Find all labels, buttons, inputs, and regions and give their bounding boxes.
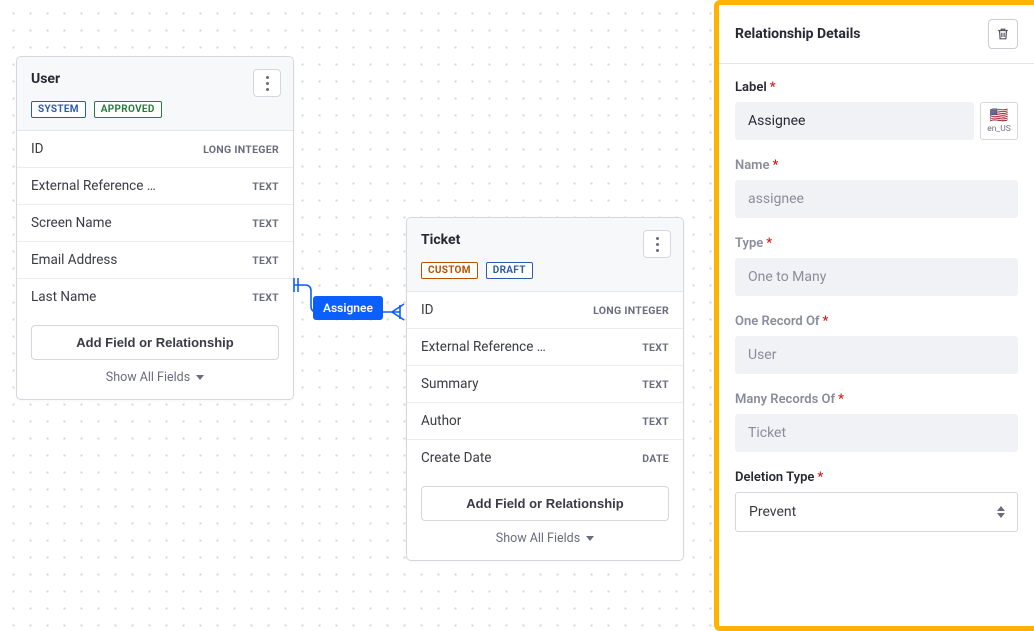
card-title: Ticket: [421, 232, 669, 248]
field-group-one-record: One Record Of* User: [735, 314, 1018, 374]
badge-draft: DRAFT: [486, 262, 533, 279]
required-icon: *: [823, 314, 829, 329]
show-all-fields[interactable]: Show All Fields: [31, 370, 279, 385]
select-value: Prevent: [749, 504, 796, 520]
delete-button[interactable]: [988, 19, 1018, 49]
field-label: Many Records Of*: [735, 392, 1018, 407]
field-row[interactable]: Create Date DATE: [407, 440, 683, 476]
card-header: User SYSTEM APPROVED: [17, 57, 293, 131]
field-label: One Record Of*: [735, 314, 1018, 329]
field-row[interactable]: ID LONG INTEGER: [17, 131, 293, 168]
add-field-button[interactable]: Add Field or Relationship: [31, 325, 279, 360]
show-all-label: Show All Fields: [496, 531, 580, 546]
entity-card-user[interactable]: User SYSTEM APPROVED ID LONG INTEGER Ext…: [16, 56, 294, 400]
one-record-input[interactable]: User: [735, 336, 1018, 374]
field-type: TEXT: [642, 415, 669, 428]
add-field-button[interactable]: Add Field or Relationship: [421, 486, 669, 521]
locale-code: en_US: [987, 124, 1011, 134]
field-group-label: Label* Assignee 🇺🇸 en_US: [735, 80, 1018, 140]
trash-icon: [996, 27, 1010, 41]
show-all-fields[interactable]: Show All Fields: [421, 531, 669, 546]
show-all-label: Show All Fields: [106, 370, 190, 385]
field-type: LONG INTEGER: [203, 143, 279, 156]
relationship-details-panel: Relationship Details Label* Assignee 🇺🇸 …: [714, 0, 1034, 631]
card-footer: Add Field or Relationship Show All Field…: [17, 315, 293, 399]
many-records-input[interactable]: Ticket: [735, 414, 1018, 452]
field-name: Email Address: [31, 252, 117, 268]
panel-body: Label* Assignee 🇺🇸 en_US Name* assignee …: [719, 64, 1034, 532]
panel-header: Relationship Details: [719, 5, 1034, 64]
field-type: TEXT: [642, 378, 669, 391]
label-input[interactable]: Assignee: [735, 102, 974, 140]
field-type: TEXT: [252, 254, 279, 267]
field-group-deletion-type: Deletion Type* Prevent: [735, 470, 1018, 532]
card-fields: ID LONG INTEGER External Reference … TEX…: [17, 131, 293, 315]
field-row[interactable]: Summary TEXT: [407, 366, 683, 403]
card-title: User: [31, 71, 279, 87]
field-name: ID: [31, 141, 44, 157]
badge-system: SYSTEM: [31, 101, 86, 118]
field-type: TEXT: [642, 341, 669, 354]
required-icon: *: [770, 80, 776, 95]
field-type: DATE: [642, 452, 669, 465]
field-name: External Reference …: [31, 178, 156, 194]
field-type: LONG INTEGER: [593, 304, 669, 317]
chevron-down-icon: [586, 536, 594, 541]
field-label: Deletion Type*: [735, 470, 1018, 485]
kebab-menu-button[interactable]: [643, 230, 671, 258]
field-label: Type*: [735, 236, 1018, 251]
name-input[interactable]: assignee: [735, 180, 1018, 218]
card-header: Ticket CUSTOM DRAFT: [407, 218, 683, 292]
chevron-down-icon: [196, 375, 204, 380]
field-type: TEXT: [252, 180, 279, 193]
badge-custom: CUSTOM: [421, 262, 478, 279]
entity-card-ticket[interactable]: Ticket CUSTOM DRAFT ID LONG INTEGER Exte…: [406, 217, 684, 561]
field-label: Label*: [735, 80, 1018, 95]
required-icon: *: [817, 470, 823, 485]
badge-row: SYSTEM APPROVED: [31, 97, 279, 118]
field-name: Author: [421, 413, 461, 429]
required-icon: *: [772, 158, 778, 173]
field-group-type: Type* One to Many: [735, 236, 1018, 296]
field-group-name: Name* assignee: [735, 158, 1018, 218]
field-row[interactable]: Last Name TEXT: [17, 279, 293, 315]
field-group-many-records: Many Records Of* Ticket: [735, 392, 1018, 452]
field-row[interactable]: External Reference … TEXT: [17, 168, 293, 205]
select-caret-icon: [997, 506, 1005, 518]
field-name: Create Date: [421, 450, 491, 466]
vertical-dots-icon: [266, 74, 269, 92]
field-name: Summary: [421, 376, 479, 392]
vertical-dots-icon: [656, 235, 659, 253]
kebab-menu-button[interactable]: [253, 69, 281, 97]
locale-button[interactable]: 🇺🇸 en_US: [980, 102, 1018, 140]
field-type: TEXT: [252, 291, 279, 304]
field-row[interactable]: ID LONG INTEGER: [407, 292, 683, 329]
required-icon: *: [766, 236, 772, 251]
required-icon: *: [838, 392, 844, 407]
flag-icon: 🇺🇸: [990, 108, 1009, 123]
field-row[interactable]: Author TEXT: [407, 403, 683, 440]
field-row[interactable]: Email Address TEXT: [17, 242, 293, 279]
type-input[interactable]: One to Many: [735, 258, 1018, 296]
field-name: Last Name: [31, 289, 96, 305]
field-label: Name*: [735, 158, 1018, 173]
badge-approved: APPROVED: [94, 101, 162, 118]
field-row[interactable]: Screen Name TEXT: [17, 205, 293, 242]
field-name: Screen Name: [31, 215, 112, 231]
panel-title: Relationship Details: [735, 26, 861, 42]
card-fields: ID LONG INTEGER External Reference … TEX…: [407, 292, 683, 476]
field-row[interactable]: External Reference … TEXT: [407, 329, 683, 366]
field-name: ID: [421, 302, 434, 318]
field-type: TEXT: [252, 217, 279, 230]
badge-row: CUSTOM DRAFT: [421, 258, 669, 279]
field-name: External Reference …: [421, 339, 546, 355]
relationship-label[interactable]: Assignee: [313, 296, 383, 320]
card-footer: Add Field or Relationship Show All Field…: [407, 476, 683, 560]
deletion-type-select[interactable]: Prevent: [735, 492, 1018, 532]
